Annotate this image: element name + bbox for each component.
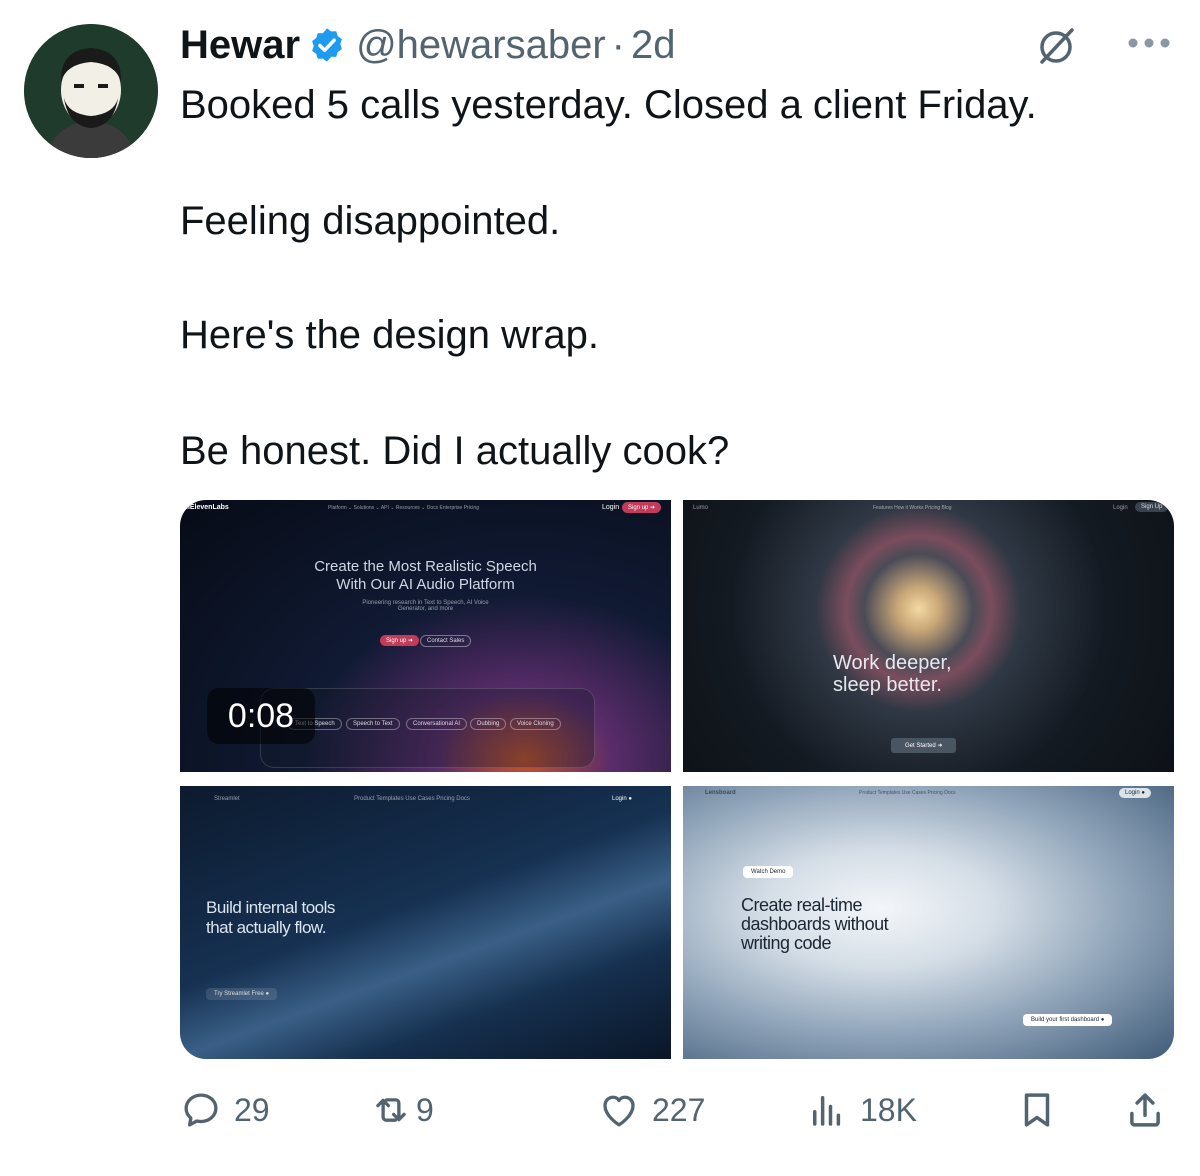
tile1-cta-signup: Sign up ➜ (380, 635, 420, 646)
media-tile-lumo[interactable]: Lumo Features How it Works Pricing Blog … (683, 500, 1174, 772)
tile4-login: Login ● (1119, 788, 1151, 798)
tile4-headline: Create real-time dashboards without writ… (741, 895, 889, 953)
reply-count: 29 (234, 1091, 270, 1128)
tile2-signup: Sign Up (1135, 502, 1169, 512)
tile4-headline-text: Create real-time dashboards without writ… (741, 895, 889, 953)
verified-badge-icon (312, 28, 342, 62)
heart-icon (603, 1095, 635, 1127)
tweet-line: Booked 5 calls yesterday. Closed a clien… (180, 83, 1037, 127)
tile1-signup: Sign up ➜ (622, 502, 662, 513)
media-tile-lensboard[interactable]: Lensboard Product Templates Use Cases Pr… (683, 786, 1174, 1059)
tile3-logo: Streamlet (214, 796, 240, 802)
share-icon (1130, 1093, 1160, 1127)
repost-button[interactable]: 9 (370, 1082, 434, 1138)
tile4-logo: Lensboard (705, 790, 736, 796)
tile1-nav: Platform ⌄ Solutions ⌄ API ⌄ Resources ⌄… (328, 505, 479, 511)
tile2-nav: Features How it Works Pricing Blog (873, 505, 952, 511)
tile3-headline: Build internal tools that actually flow. (206, 898, 335, 938)
like-button[interactable]: 227 (598, 1082, 705, 1138)
reply-button[interactable]: 29 (180, 1082, 270, 1138)
tile2-logo: Lumo (693, 505, 709, 511)
tile4-nav: Product Templates Use Cases Pricing Docs (859, 790, 956, 796)
separator-dot: · (611, 23, 625, 67)
tile3-cta: Try Streamlet Free ● (206, 988, 278, 1000)
media-grid[interactable]: IIElevenLabs Platform ⌄ Solutions ⌄ API … (180, 500, 1174, 1059)
author-name[interactable]: Hewar (180, 22, 300, 68)
tile1-headline: Create the Most Realistic Speech With Ou… (180, 558, 671, 594)
repost-icon (376, 1098, 406, 1122)
bookmark-icon (1024, 1093, 1050, 1127)
tile2-cta: Get Started ➜ (891, 738, 957, 753)
views-icon (813, 1096, 841, 1126)
action-bar: 29 9 227 18K (180, 1082, 1174, 1138)
tile4-cta: Build your first dashboard ● (1023, 1014, 1113, 1026)
avatar[interactable] (24, 24, 158, 158)
timestamp[interactable]: 2d (631, 22, 676, 68)
avatar-illustration (24, 24, 158, 158)
share-button[interactable] (1124, 1082, 1166, 1138)
reply-icon (184, 1093, 218, 1127)
tile1-logo: IIElevenLabs (186, 504, 229, 511)
like-count: 227 (652, 1091, 706, 1128)
media-tile-streamlet[interactable]: Streamlet Product Templates Use Cases Pr… (180, 786, 671, 1059)
tile1-login: Login (602, 504, 620, 511)
tile1-headline-text: Create the Most Realistic Speech With Ou… (314, 558, 537, 593)
tile2-headline: Work deeper, sleep better. (833, 652, 952, 696)
tile2-login: Login (1113, 505, 1128, 511)
video-timer: 0:08 (207, 688, 315, 744)
repost-count: 9 (416, 1091, 434, 1128)
tile1-chip: Speech to Text (346, 718, 400, 730)
tile3-nav: Product Templates Use Cases Pricing Docs (354, 796, 470, 802)
tile4-demo-badge: Watch Demo (743, 866, 794, 878)
tile3-headline-text: Build internal tools that actually flow. (206, 898, 335, 937)
tweet-header: Hewar @hewarsaber · 2d (180, 22, 676, 68)
tile1-chip: Conversational AI (406, 718, 468, 730)
grok-icon[interactable] (1034, 26, 1078, 66)
author-handle[interactable]: @hewarsaber (356, 22, 606, 68)
bookmark-button[interactable] (1016, 1082, 1058, 1138)
views-count: 18K (860, 1091, 917, 1128)
tweet-line: Feeling disappointed. (180, 199, 561, 243)
tweet-line: Be honest. Did I actually cook? (180, 429, 730, 473)
tile1-cta-sales: Contact Sales (420, 635, 472, 647)
tile1-chip: Dubbing (470, 718, 507, 730)
views-button[interactable]: 18K (806, 1082, 917, 1138)
tile1-sub: Pioneering research in Text to Speech, A… (362, 600, 489, 612)
tile1-chip: Voice Cloning (510, 718, 561, 730)
more-options-icon[interactable] (1126, 36, 1172, 50)
tweet-line: Here's the design wrap. (180, 313, 599, 357)
media-tile-elevenlabs[interactable]: IIElevenLabs Platform ⌄ Solutions ⌄ API … (180, 500, 671, 772)
tile2-headline-text: Work deeper, sleep better. (833, 652, 952, 696)
tile3-login: Login ● (612, 796, 632, 802)
